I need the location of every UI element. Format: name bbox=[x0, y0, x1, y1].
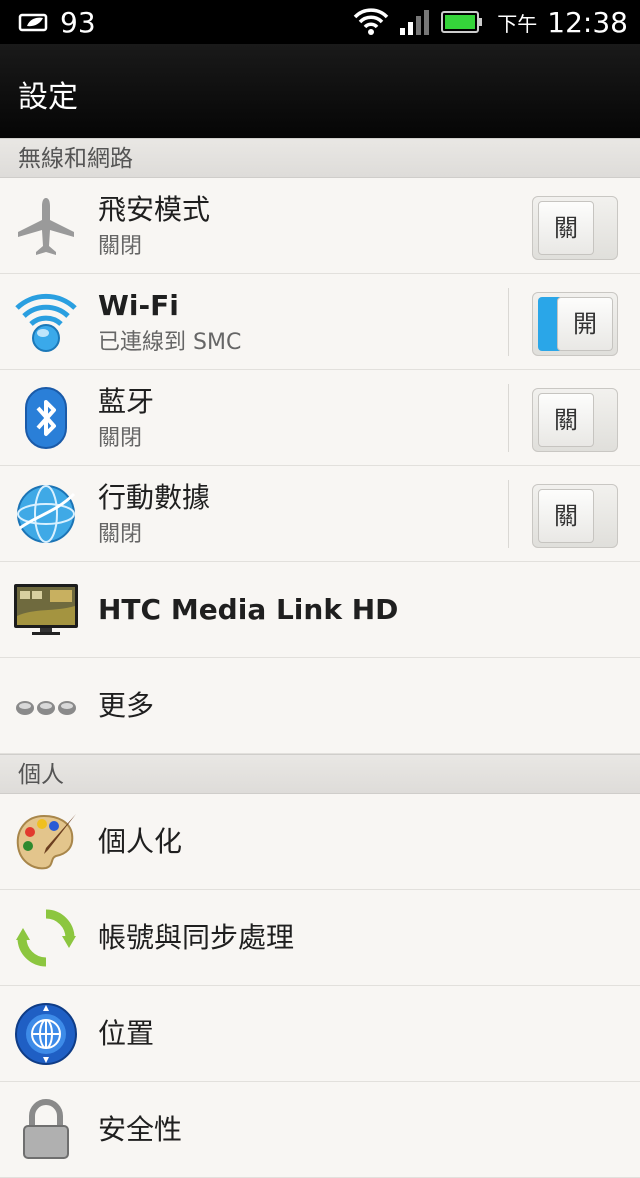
settings-item-status: 已連線到 SMC bbox=[98, 330, 242, 355]
settings-item-label: 安全性 bbox=[98, 1113, 183, 1146]
settings-item-more[interactable]: 更多 bbox=[0, 658, 640, 754]
row-divider bbox=[508, 288, 509, 356]
settings-item-label: 個人化 bbox=[98, 825, 183, 858]
action-bar: 設定 bbox=[0, 44, 640, 139]
settings-item-label: 帳號與同步處理 bbox=[98, 921, 295, 954]
section-header-personal: 個人 bbox=[0, 754, 640, 794]
toggle-label: 開 bbox=[557, 297, 613, 351]
toggle-label: 關 bbox=[538, 201, 594, 255]
settings-item-label: Wi-Fi bbox=[98, 289, 179, 322]
settings-item-location[interactable]: 位置 bbox=[0, 986, 640, 1082]
settings-item-accounts-sync[interactable]: 帳號與同步處理 bbox=[0, 890, 640, 986]
status-bar: 93 下午 12:38 bbox=[0, 0, 640, 44]
settings-item-label: 飛安模式 bbox=[98, 193, 211, 226]
notification-leaf-icon bbox=[18, 13, 48, 32]
battery-icon bbox=[441, 11, 483, 33]
clock: 12:38 bbox=[547, 5, 628, 39]
tv-monitor-icon bbox=[14, 584, 78, 635]
settings-item-media-link[interactable]: HTC Media Link HD bbox=[0, 562, 640, 658]
more-dots-icon bbox=[16, 701, 76, 715]
wifi-toggle[interactable]: 開 bbox=[532, 292, 618, 356]
airplane-icon bbox=[18, 198, 74, 255]
settings-item-mobile-data[interactable]: 行動數據 關閉 關 bbox=[0, 466, 640, 562]
settings-list: 無線和網路 飛安模式 關閉 關 Wi-Fi 已連線到 SMC 開 藍牙 關閉 關… bbox=[0, 138, 640, 1178]
palette-icon bbox=[16, 814, 76, 870]
settings-item-status: 關閉 bbox=[98, 234, 143, 259]
settings-item-label: 位置 bbox=[98, 1017, 155, 1050]
cell-signal-icon bbox=[400, 10, 430, 35]
bluetooth-icon bbox=[25, 387, 67, 449]
settings-item-label: HTC Media Link HD bbox=[98, 593, 399, 626]
settings-item-bluetooth[interactable]: 藍牙 關閉 關 bbox=[0, 370, 640, 466]
bluetooth-toggle[interactable]: 關 bbox=[532, 388, 618, 452]
settings-item-security[interactable]: 安全性 bbox=[0, 1082, 640, 1178]
settings-item-personalize[interactable]: 個人化 bbox=[0, 794, 640, 890]
status-right: 下午 12:38 bbox=[353, 4, 628, 40]
page-title: 設定 bbox=[18, 80, 78, 115]
settings-item-label: 藍牙 bbox=[98, 385, 155, 418]
mobile-data-toggle[interactable]: 關 bbox=[532, 484, 618, 548]
status-left: 93 bbox=[18, 4, 96, 40]
settings-item-label: 更多 bbox=[98, 689, 155, 722]
settings-item-label: 行動數據 bbox=[98, 481, 211, 514]
settings-item-status: 關閉 bbox=[98, 426, 143, 451]
toggle-label: 關 bbox=[538, 489, 594, 543]
lock-icon bbox=[23, 1099, 69, 1159]
wifi-signal-icon bbox=[354, 8, 389, 35]
toggle-label: 關 bbox=[538, 393, 594, 447]
time-period: 下午 bbox=[497, 11, 538, 36]
notification-count: 93 bbox=[60, 5, 96, 39]
settings-item-wifi[interactable]: Wi-Fi 已連線到 SMC 開 bbox=[0, 274, 640, 370]
sync-arrows-icon bbox=[16, 909, 76, 967]
wifi-icon bbox=[15, 293, 77, 352]
location-compass-icon bbox=[15, 1003, 77, 1065]
section-header-wireless: 無線和網路 bbox=[0, 138, 640, 178]
globe-data-icon bbox=[17, 485, 76, 543]
settings-item-status: 關閉 bbox=[98, 522, 143, 547]
row-divider bbox=[508, 480, 509, 548]
row-divider bbox=[508, 384, 509, 452]
airplane-mode-toggle[interactable]: 關 bbox=[532, 196, 618, 260]
settings-item-airplane-mode[interactable]: 飛安模式 關閉 關 bbox=[0, 178, 640, 274]
